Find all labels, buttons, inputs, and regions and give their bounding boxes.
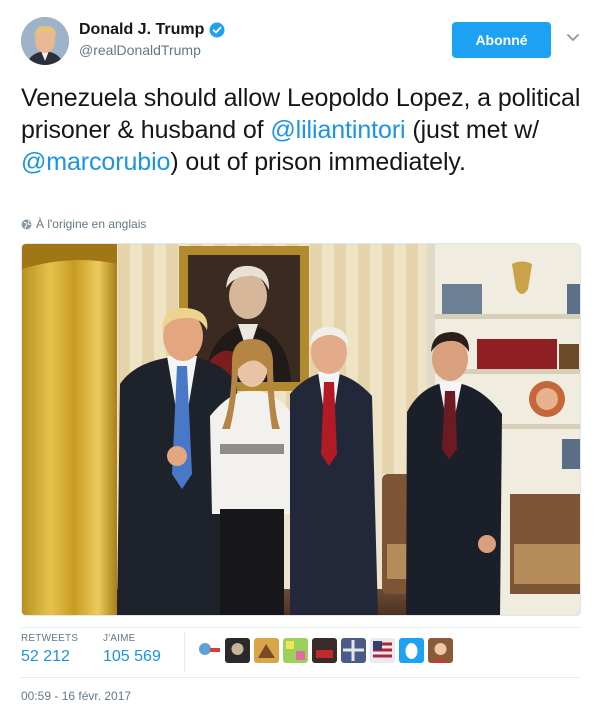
likes-stat[interactable]: J'AIME 105 569 [103,633,161,666]
liker-avatar[interactable] [196,638,221,663]
translation-note[interactable]: À l'origine en anglais [21,217,146,231]
liker-avatar[interactable] [428,638,453,663]
liker-avatar[interactable] [341,638,366,663]
globe-icon [21,219,32,229]
user-handle[interactable]: @realDonaldTrump [79,42,225,58]
tweet-photo[interactable] [21,243,581,616]
liker-avatar[interactable] [254,638,279,663]
liker-avatar[interactable] [370,638,395,663]
translation-label: À l'origine en anglais [36,217,147,231]
tweet-text-part: ) out of prison immediately. [170,148,466,176]
mention-link[interactable]: @liliantintori [270,116,405,144]
tweet-text: Venezuela should allow Leopoldo Lopez, a… [21,82,591,178]
retweets-label: RETWEETS [21,633,79,644]
divider [184,632,185,672]
tweet-text-part: (just met w/ [405,116,539,144]
likes-count[interactable]: 105 569 [103,648,161,666]
retweets-count[interactable]: 52 212 [21,648,78,666]
liker-avatar[interactable] [399,638,424,663]
liker-avatar[interactable] [225,638,250,663]
divider [21,677,581,678]
mention-link[interactable]: @marcorubio [21,148,170,176]
divider [21,627,581,628]
verified-badge-icon [209,22,225,38]
liker-avatars [196,638,453,663]
retweets-stat[interactable]: RETWEETS 52 212 [21,633,78,666]
liker-avatar[interactable] [283,638,308,663]
liker-avatar[interactable] [312,638,337,663]
avatar[interactable] [21,17,69,65]
display-name[interactable]: Donald J. Trump [79,21,204,39]
author-info: Donald J. Trump @realDonaldTrump [79,21,225,58]
chevron-down-icon[interactable] [566,33,580,43]
likes-label: J'AIME [103,633,136,644]
tweet-timestamp[interactable]: 00:59 - 16 févr. 2017 [21,689,131,703]
following-button[interactable]: Abonné [452,22,551,58]
